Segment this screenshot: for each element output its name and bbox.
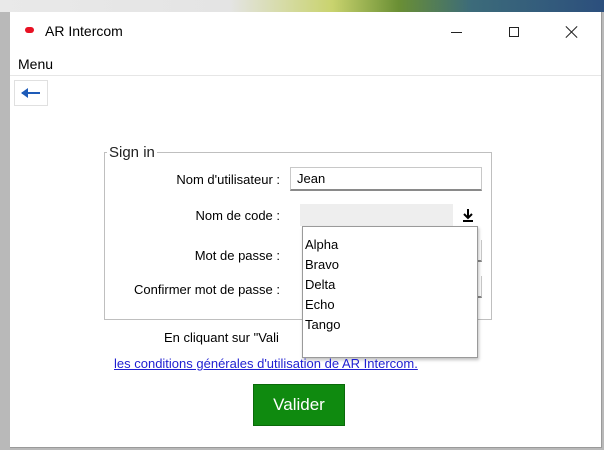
dropdown-option[interactable]: Delta bbox=[303, 275, 477, 295]
terms-notice: En cliquant sur "Vali bbox=[164, 330, 279, 345]
dropdown-option[interactable]: Echo bbox=[303, 295, 477, 315]
dropdown-option[interactable]: Tango bbox=[303, 315, 477, 335]
download-arrow-icon[interactable] bbox=[460, 206, 476, 224]
back-arrow-icon bbox=[21, 88, 40, 98]
close-icon bbox=[565, 25, 579, 39]
dropdown-option[interactable]: Bravo bbox=[303, 255, 477, 275]
sign-in-legend: Sign in bbox=[109, 144, 155, 161]
back-button[interactable] bbox=[14, 80, 48, 106]
app-icon bbox=[25, 27, 34, 33]
codename-label: Nom de code : bbox=[195, 208, 280, 223]
maximize-icon bbox=[509, 27, 519, 37]
desktop-strip bbox=[0, 0, 604, 12]
minimize-button[interactable] bbox=[427, 12, 485, 52]
password-label: Mot de passe : bbox=[194, 248, 280, 263]
confirm-password-input[interactable] bbox=[478, 276, 482, 298]
dropdown-option[interactable]: Alpha bbox=[303, 235, 477, 255]
password-input[interactable] bbox=[478, 240, 482, 262]
window-title: AR Intercom bbox=[45, 23, 123, 39]
confirm-password-label: Confirmer mot de passe : bbox=[134, 282, 280, 297]
menu-item-menu[interactable]: Menu bbox=[18, 56, 53, 72]
minimize-icon bbox=[450, 31, 462, 33]
codename-select[interactable] bbox=[300, 204, 453, 226]
close-button[interactable] bbox=[543, 12, 601, 52]
validate-button[interactable]: Valider bbox=[253, 384, 345, 426]
username-label: Nom d'utilisateur : bbox=[176, 172, 280, 187]
maximize-button[interactable] bbox=[485, 12, 543, 52]
title-bar: AR Intercom bbox=[10, 12, 601, 52]
username-input[interactable] bbox=[290, 167, 482, 191]
menu-bar: Menu bbox=[10, 52, 601, 76]
terms-link[interactable]: les conditions générales d'utilisation d… bbox=[114, 356, 418, 371]
codename-dropdown-list: Alpha Bravo Delta Echo Tango bbox=[302, 226, 478, 358]
